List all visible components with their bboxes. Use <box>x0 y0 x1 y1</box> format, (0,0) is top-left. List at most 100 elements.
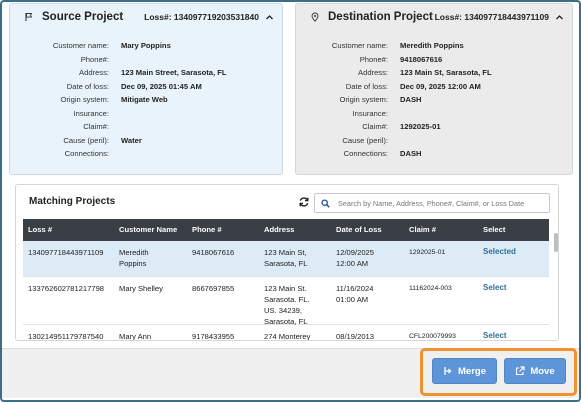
cell-claim: CFL200079993 <box>409 333 456 340</box>
destination-loss-number: Loss#: 134097718443971109 <box>435 12 564 22</box>
field-label: Customer name: <box>331 41 388 51</box>
column-loss: Loss # <box>28 225 53 234</box>
search-icon <box>321 198 330 208</box>
field-row: Connections: <box>10 147 282 161</box>
cell-customer-name: Meredith Poppins <box>119 248 149 268</box>
move-label: Move <box>530 365 555 377</box>
chevron-up-icon[interactable] <box>554 12 564 22</box>
field-value: DASH <box>400 149 422 159</box>
source-loss-number: Loss#: 134097719203531840 <box>144 12 274 22</box>
source-project-header[interactable]: Source Project Loss#: 134097719203531840 <box>10 4 282 30</box>
source-field-list: Customer name: Mary Poppins Phone#: Address… <box>10 39 282 161</box>
cell-phone: 9418067616 <box>192 248 235 257</box>
cell-loss: 130214951179787540 <box>28 332 104 341</box>
select-link[interactable]: Select <box>483 330 507 340</box>
field-label: Phone#: <box>80 54 109 64</box>
table-row[interactable]: 134097718443971109 Meredith Poppins 941806… <box>23 241 549 277</box>
field-value: Water <box>121 135 142 145</box>
column-address: Address <box>264 225 295 234</box>
move-button[interactable]: Move <box>504 358 566 384</box>
field-value: Meredith Poppins <box>400 41 464 51</box>
table-row[interactable]: 130214951179787540 Mary Ann McK... 9178433… <box>23 325 549 341</box>
cell-phone: 9178433955 <box>192 332 235 341</box>
field-label: Cause (peril): <box>63 135 109 145</box>
destination-project-header[interactable]: Destination Project Loss#: 1340977184439… <box>296 4 572 30</box>
destination-field-list: Customer name: Meredith Poppins Phone#: 941… <box>296 39 572 161</box>
field-label: Origin system: <box>339 95 388 105</box>
field-label: Insurance: <box>352 108 388 118</box>
field-value: 9418067616 <box>400 54 443 64</box>
flag-icon <box>24 12 34 22</box>
column-customer-name: Customer Name <box>119 225 178 234</box>
cell-customer-name: Mary Ann McK... <box>119 332 152 341</box>
field-row: Address: 123 Main Street, Sarasota, FL <box>10 66 282 80</box>
table-row[interactable]: 133762602781217798 Mary Shelley 8667697855… <box>23 277 549 326</box>
cell-address: 123 Main St, Sarasota, FL <box>264 248 308 268</box>
table-header: Loss # Customer Name Phone # Address Dat… <box>23 219 549 241</box>
field-label: Connections: <box>343 149 388 159</box>
column-date-of-loss: Date of Loss <box>336 225 382 234</box>
cell-date-of-loss: 08/19/2013 12:0... <box>336 332 375 341</box>
merge-label: Merge <box>458 365 486 377</box>
field-row: Insurance: <box>296 107 572 121</box>
field-row: Date of loss: Dec 09, 2025 12:00 AM <box>296 80 572 94</box>
field-value: Mary Poppins <box>121 41 171 51</box>
field-label: Customer name: <box>52 41 109 51</box>
field-row: Date of loss: Dec 09, 2025 01:45 AM <box>10 80 282 94</box>
field-value: Mitigate Web <box>121 95 168 105</box>
cell-customer-name: Mary Shelley <box>119 284 163 293</box>
merge-icon <box>443 366 453 376</box>
field-row: Claim#: <box>10 120 282 134</box>
search-box[interactable] <box>314 193 550 213</box>
matching-projects-panel: Matching Projects Loss # Customer Name P… <box>15 184 559 341</box>
column-phone: Phone # <box>192 225 222 234</box>
field-row: Origin system: DASH <box>296 93 572 107</box>
field-label: Address: <box>79 68 109 78</box>
field-value: 1292025-01 <box>400 122 441 132</box>
field-label: Connections: <box>64 149 109 159</box>
field-row: Cause (peril): <box>296 134 572 148</box>
field-label: Cause (peril): <box>342 135 388 145</box>
field-row: Customer name: Mary Poppins <box>10 39 282 53</box>
source-loss-text: Loss#: 134097719203531840 <box>144 12 259 22</box>
field-row: Insurance: <box>10 107 282 121</box>
field-row: Phone#: 9418067616 <box>296 53 572 67</box>
field-row: Customer name: Meredith Poppins <box>296 39 572 53</box>
destination-loss-text: Loss#: 134097718443971109 <box>434 12 549 22</box>
cell-claim: 1292025-01 <box>409 249 446 256</box>
search-input[interactable] <box>338 198 538 208</box>
merge-button[interactable]: Merge <box>432 358 497 384</box>
field-label: Insurance: <box>73 108 109 118</box>
field-value: 123 Main St, Sarasota, FL <box>400 68 492 78</box>
matching-projects-title: Matching Projects <box>29 196 116 207</box>
cell-loss: 134097718443971109 <box>28 248 104 257</box>
cell-phone: 8667697855 <box>192 284 235 293</box>
field-value: Dec 09, 2025 12:00 AM <box>400 81 481 91</box>
source-project-card: Source Project Loss#: 134097719203531840… <box>9 3 283 175</box>
field-value: 123 Main Street, Sarasota, FL <box>121 68 227 78</box>
field-label: Claim#: <box>83 122 109 132</box>
cell-date-of-loss: 12/09/2025 12:00 AM <box>336 248 375 268</box>
field-label: Date of loss: <box>345 81 388 91</box>
field-label: Address: <box>358 68 388 78</box>
table-scrollbar[interactable] <box>554 233 558 252</box>
field-value: Dec 09, 2025 01:45 AM <box>121 81 202 91</box>
field-value: DASH <box>400 95 422 105</box>
destination-project-card: Destination Project Loss#: 1340977184439… <box>295 3 573 175</box>
location-pin-icon <box>310 12 320 22</box>
column-select: Select <box>483 225 506 234</box>
refresh-icon[interactable] <box>298 195 310 207</box>
field-row: Origin system: Mitigate Web <box>10 93 282 107</box>
external-link-icon <box>515 366 525 376</box>
select-link[interactable]: Select <box>483 282 507 293</box>
column-claim: Claim # <box>409 225 437 234</box>
cell-loss: 133762602781217798 <box>28 284 105 293</box>
field-row: Claim#: 1292025-01 <box>296 120 572 134</box>
source-project-title: Source Project <box>42 11 124 23</box>
field-label: Origin system: <box>60 95 109 105</box>
cell-address: 123 Main St. Sarasota. FL. US. 34239, Sa… <box>264 284 310 326</box>
cell-claim: 11162024-003 <box>409 285 452 292</box>
select-link[interactable]: Selected <box>483 246 516 257</box>
field-label: Date of loss: <box>66 81 109 91</box>
chevron-up-icon[interactable] <box>264 12 274 22</box>
